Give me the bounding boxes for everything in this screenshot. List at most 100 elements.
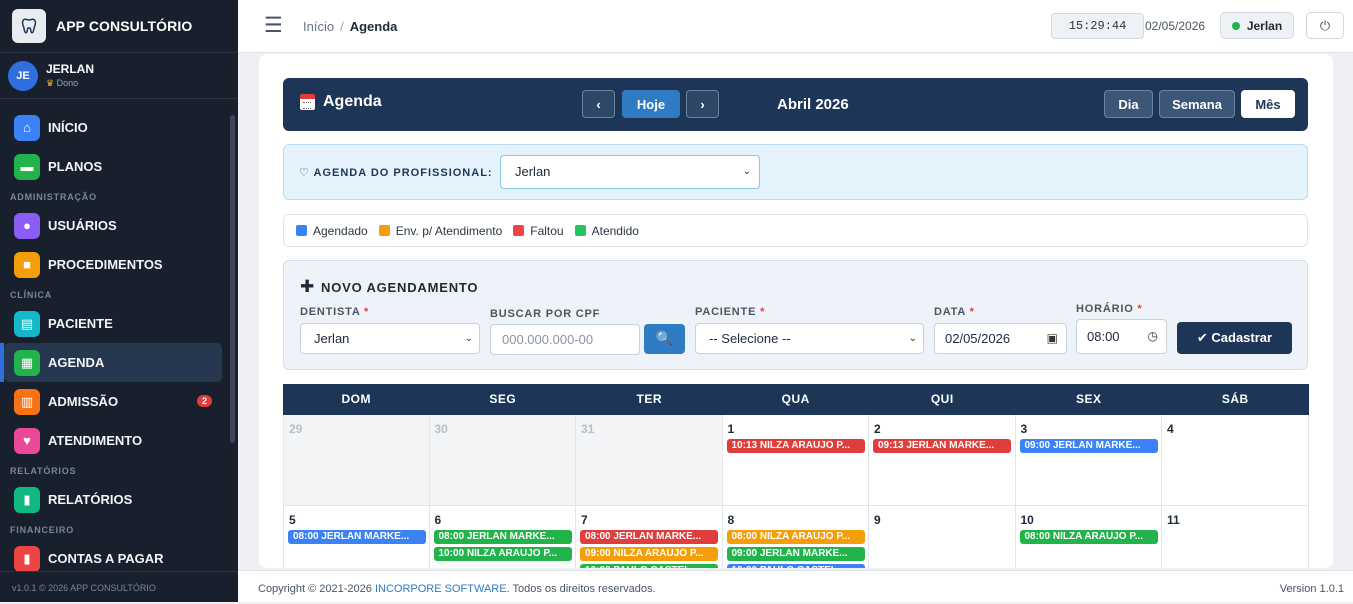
sidebar-scrollbar[interactable] bbox=[230, 115, 235, 443]
breadcrumb-home[interactable]: Início bbox=[303, 19, 334, 34]
paciente-select[interactable]: -- Selecione -- ⌄ bbox=[695, 323, 924, 354]
appointment-event[interactable]: 09:00 JERLAN MARKE... bbox=[726, 547, 865, 561]
company-link[interactable]: INCORPORE SOFTWARE bbox=[375, 583, 507, 595]
view-week-button[interactable]: Semana bbox=[1159, 90, 1235, 118]
legend-label: Faltou bbox=[530, 223, 564, 238]
briefcase-icon: ■ bbox=[14, 251, 40, 278]
sidebar-item-label: ATENDIMENTO bbox=[48, 433, 143, 448]
new-appointment-form: ✚ NOVO AGENDAMENTO DENTISTA * Jerlan ⌄ BUS… bbox=[283, 260, 1308, 370]
calendar-day-cell[interactable]: 7 08:00 JERLAN MARKE... 09:00 NILZA ARAUJO… bbox=[576, 506, 723, 568]
calendar-day-cell[interactable]: 31 bbox=[576, 415, 723, 506]
dentista-label-text: DENTISTA bbox=[300, 306, 361, 318]
date-input[interactable]: 02/05/2026 ▣ bbox=[934, 323, 1067, 354]
appointment-event[interactable]: 08:00 JERLAN MARKE... bbox=[580, 530, 718, 544]
appointment-event[interactable]: 09:00 NILZA ARAUJO P... bbox=[580, 547, 718, 561]
copyright-prefix: Copyright © 2021-2026 bbox=[258, 583, 375, 595]
submit-appointment-button[interactable]: ✔ Cadastrar bbox=[1177, 322, 1292, 354]
legend-label: Env. p/ Atendimento bbox=[395, 223, 503, 238]
current-month: Abril 2026 bbox=[777, 96, 849, 113]
sidebar-item-label: PLANOS bbox=[48, 159, 103, 174]
day-number: 4 bbox=[1167, 422, 1174, 436]
tooth-icon: ♡ bbox=[299, 167, 310, 179]
day-number: 1 bbox=[727, 422, 735, 436]
search-cpf-button[interactable]: 🔍 bbox=[644, 324, 685, 354]
sidebar-footer: v1.0.1 © 2026 APP CONSULTÓRIO bbox=[0, 571, 238, 602]
calendar-day-cell[interactable]: 30 bbox=[429, 415, 576, 506]
sidebar-item-agenda[interactable]: ▦ AGENDA bbox=[0, 343, 222, 382]
dentista-label: DENTISTA * bbox=[300, 306, 370, 318]
calendar-day-cell[interactable]: 8 08:00 NILZA ARAUJO P... 09:00 JERLAN MAR… bbox=[722, 506, 869, 568]
calendar-week: 5 08:00 JERLAN MARKE... 6 08:00 JERLAN MARK… bbox=[283, 506, 1309, 568]
copyright-suffix: . Todos os direitos reservados. bbox=[506, 583, 656, 595]
power-icon: ⏻ bbox=[1319, 18, 1331, 33]
calendar-day-cell[interactable]: 9 bbox=[869, 506, 1016, 568]
today-button[interactable]: Hoje bbox=[622, 90, 680, 118]
paciente-label: PACIENTE * bbox=[695, 306, 766, 318]
appointment-event[interactable]: 10:00 PAULO CASTEL... bbox=[726, 564, 865, 568]
day-number: 31 bbox=[581, 422, 595, 436]
calendar-day-cell[interactable]: 29 bbox=[283, 415, 430, 506]
next-month-button[interactable]: › bbox=[686, 90, 719, 118]
calendar-day-cell[interactable]: 11 bbox=[1162, 506, 1309, 568]
sidebar-item-planos[interactable]: ▬ PLANOS bbox=[4, 147, 222, 186]
horario-label-text: HORÁRIO bbox=[1076, 303, 1134, 315]
weekday-header: TER bbox=[636, 392, 662, 406]
sidebar-item-procedimentos[interactable]: ■ PROCEDIMENTOS bbox=[4, 245, 222, 284]
card-icon: ▬ bbox=[14, 153, 40, 180]
calendar-day-cell[interactable]: 4 bbox=[1162, 415, 1309, 506]
professional-select[interactable]: Jerlan ⌄ bbox=[500, 155, 760, 189]
day-number: 9 bbox=[874, 513, 881, 527]
appointment-event[interactable]: 08:00 JERLAN MARKE... bbox=[433, 530, 572, 544]
appointment-event[interactable]: 08:00 NILZA ARAUJO P... bbox=[1019, 530, 1158, 544]
menu-toggle-icon[interactable]: ☰ bbox=[264, 13, 283, 38]
paciente-select-value: -- Selecione -- bbox=[709, 331, 791, 346]
appointment-event[interactable]: 09:13 JERLAN MARKE... bbox=[873, 439, 1011, 453]
prev-month-button[interactable]: ‹ bbox=[582, 90, 615, 118]
calendar-day-cell[interactable]: 3 09:00 JERLAN MARKE... bbox=[1015, 415, 1162, 506]
data-label: DATA * bbox=[934, 306, 975, 318]
calendar-day-cell[interactable]: 2 09:13 JERLAN MARKE... bbox=[869, 415, 1016, 506]
sidebar-item-paciente[interactable]: ▤ PACIENTE bbox=[4, 304, 222, 343]
cpf-input[interactable]: 000.000.000-00 bbox=[490, 324, 640, 355]
dentista-select-value: Jerlan bbox=[314, 331, 350, 346]
view-day-button[interactable]: Dia bbox=[1104, 90, 1153, 118]
brand[interactable]: APP CONSULTÓRIO bbox=[0, 0, 238, 53]
agenda-header: Agenda ‹ Hoje › Abril 2026 Dia Semana Mê… bbox=[283, 78, 1308, 131]
view-month-button[interactable]: Mês bbox=[1241, 90, 1295, 118]
sidebar-item-inicio[interactable]: ⌂ INÍCIO bbox=[4, 108, 222, 147]
appointment-event[interactable]: 09:00 JERLAN MARKE... bbox=[1019, 439, 1158, 453]
weekday-header: QUA bbox=[781, 392, 810, 406]
calendar-day-cell[interactable]: 5 08:00 JERLAN MARKE... bbox=[283, 506, 430, 568]
user-menu[interactable]: Jerlan bbox=[1220, 12, 1294, 39]
dentista-select[interactable]: Jerlan ⌄ bbox=[300, 323, 480, 354]
appointment-event[interactable]: 10:00 NILZA ARAUJO P... bbox=[433, 547, 572, 561]
invoice-icon: ▮ bbox=[14, 545, 40, 572]
month-calendar: DOM SEG TER QUA QUI SEX SÁB 29 30 31 1 10:13 NILZA… bbox=[283, 384, 1309, 568]
day-number: 8 bbox=[727, 513, 735, 527]
calendar-day-cell[interactable]: 6 08:00 JERLAN MARKE... 10:00 NILZA ARAUJO… bbox=[429, 506, 576, 568]
day-number: 6 bbox=[434, 513, 442, 527]
day-number: 5 bbox=[289, 513, 296, 527]
logout-button[interactable]: ⏻ bbox=[1306, 12, 1344, 39]
appointment-event[interactable]: 10:13 NILZA ARAUJO P... bbox=[726, 439, 865, 453]
sidebar-nav: ⌂ INÍCIO ▬ PLANOS ADMINISTRAÇÃO ● USUÁRI… bbox=[0, 108, 238, 578]
appointment-event[interactable]: 08:00 NILZA ARAUJO P... bbox=[726, 530, 865, 544]
sidebar-item-relatorios[interactable]: ▮ RELATÓRIOS bbox=[4, 480, 222, 519]
nav-section-financeiro: FINANCEIRO bbox=[10, 525, 74, 535]
sidebar-item-admissao[interactable]: ▥ ADMISSÃO 2 bbox=[4, 382, 222, 421]
appointment-event[interactable]: 08:00 JERLAN MARKE... bbox=[288, 530, 426, 544]
time-input[interactable]: 08:00 ◷ bbox=[1076, 319, 1167, 354]
user-role-label: Dono bbox=[56, 78, 79, 88]
admissao-count-badge: 2 bbox=[196, 395, 212, 407]
calendar-day-cell[interactable]: 1 10:13 NILZA ARAUJO P... bbox=[722, 415, 869, 506]
legend-item: Atendido bbox=[574, 224, 639, 238]
breadcrumb-separator: / bbox=[340, 19, 344, 34]
user-profile[interactable]: JE JERLAN ♛ Dono bbox=[0, 53, 238, 99]
sidebar-item-usuarios[interactable]: ● USUÁRIOS bbox=[4, 206, 222, 245]
calendar-icon: ▣ bbox=[1046, 331, 1058, 345]
horario-label: HORÁRIO * bbox=[1076, 303, 1143, 315]
search-icon: 🔍 bbox=[655, 330, 674, 346]
sidebar-item-atendimento[interactable]: ♥ ATENDIMENTO bbox=[4, 421, 222, 460]
appointment-event[interactable]: 10:00 PAULO CASTEL... bbox=[580, 564, 718, 568]
calendar-day-cell[interactable]: 10 08:00 NILZA ARAUJO P... bbox=[1015, 506, 1162, 568]
